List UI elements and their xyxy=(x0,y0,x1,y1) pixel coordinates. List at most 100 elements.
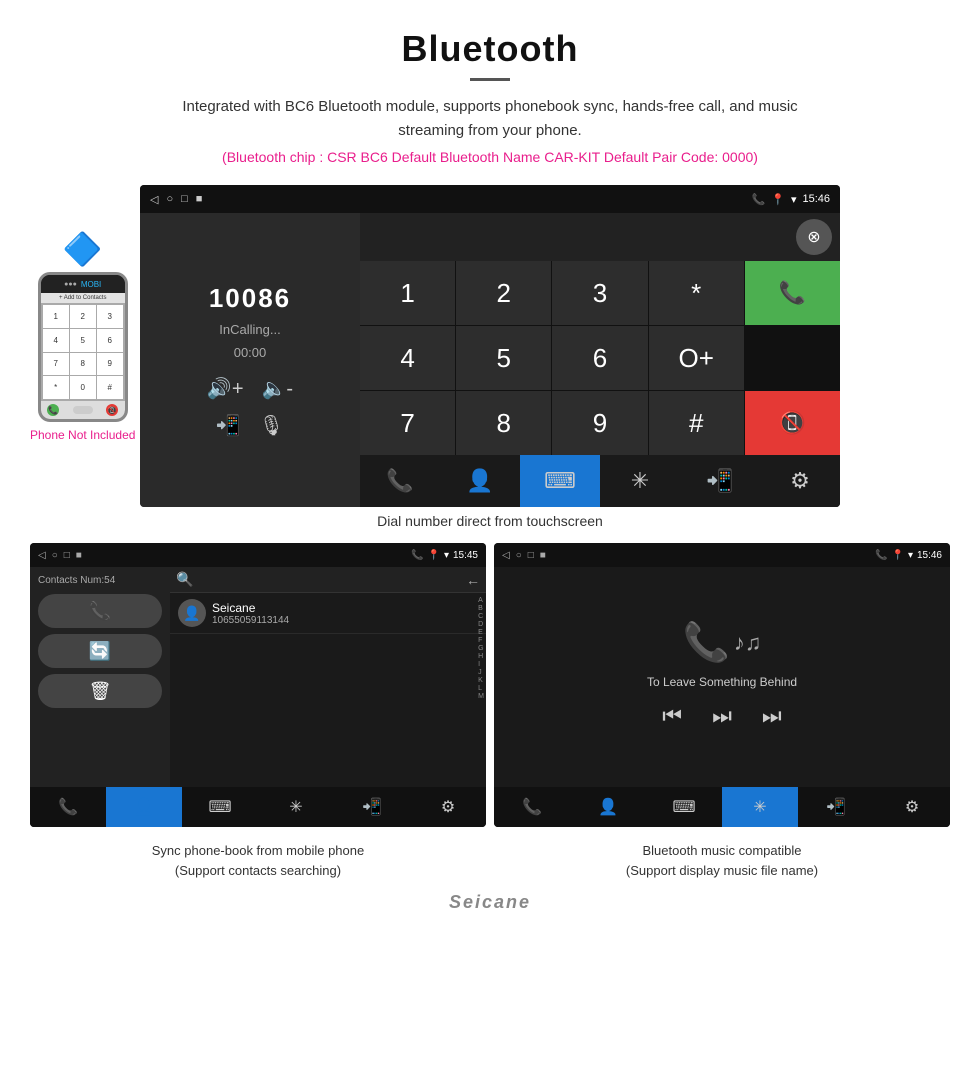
status-bar-right: 📞 📍 ▾ 15:46 xyxy=(752,193,830,206)
music-time: 15:46 xyxy=(917,550,942,561)
pb-left: Contacts Num:54 📞 🔄 🗑 xyxy=(30,567,170,787)
nav-settings-button[interactable]: ⚙ xyxy=(760,455,840,507)
key-5[interactable]: 5 xyxy=(456,326,551,390)
backspace-icon[interactable]: ← xyxy=(466,572,480,588)
pb-nav-transfer[interactable]: 📲 xyxy=(334,787,410,827)
contact-avatar: 👤 xyxy=(178,599,206,627)
key-6[interactable]: 6 xyxy=(552,326,647,390)
contact-item[interactable]: 👤 Seicane 10655059113144 xyxy=(170,593,486,634)
phonebook-panel: ◁ ○ □ ■ 📞 📍 ▾ 15:45 Contacts Num:54 📞 🔄 xyxy=(30,543,486,827)
end-call-button[interactable]: 📵 xyxy=(745,391,840,455)
key-4[interactable]: 4 xyxy=(360,326,455,390)
phone-bottom-bar: 📞 📵 xyxy=(41,401,125,419)
dial-input[interactable] xyxy=(368,233,788,241)
nav-transfer-button[interactable]: 📲 xyxy=(680,455,760,507)
dial-input-row: ⊗ xyxy=(360,213,840,261)
music-nav-settings[interactable]: ⚙ xyxy=(874,787,950,827)
music-phone-icon: 📞 xyxy=(683,621,730,665)
title-underline xyxy=(470,78,510,81)
dial-area: 10086 InCalling... 00:00 🔊+ 🔈- 📲 🎙 xyxy=(140,213,840,507)
key-0plus[interactable]: O+ xyxy=(649,326,744,390)
key-1: 1 xyxy=(43,305,69,328)
pb-nav-calls[interactable]: 📞 xyxy=(30,787,106,827)
key-6: 6 xyxy=(97,329,123,352)
nav-dialpad-button[interactable]: ⌨ xyxy=(520,455,600,507)
phone-call-btn: 📞 xyxy=(47,404,59,416)
music-call-icon: 📞 xyxy=(875,550,887,561)
bluetooth-info: (Bluetooth chip : CSR BC6 Default Blueto… xyxy=(40,149,940,165)
pb-loc-icon: 📍 xyxy=(427,550,439,561)
pb-nav-settings[interactable]: ⚙ xyxy=(410,787,486,827)
key-1[interactable]: 1 xyxy=(360,261,455,325)
phone-home-btn xyxy=(73,406,93,414)
page-header: Bluetooth Integrated with BC6 Bluetooth … xyxy=(0,0,980,175)
prev-track-button[interactable]: ⏮ xyxy=(662,703,682,729)
key-hash[interactable]: # xyxy=(649,391,744,455)
volume-down-icon[interactable]: 🔈- xyxy=(262,376,294,401)
pb-back-icon: ◁ xyxy=(38,550,46,561)
bluetooth-wave-icon: 🔷 xyxy=(63,230,103,268)
main-screen-wrap: ◁ ○ □ ■ 📞 📍 ▾ 15:46 10086 InCalling... xyxy=(0,185,980,507)
key-star[interactable]: * xyxy=(649,261,744,325)
music-controls: ⏮ ⏭ ⏭ xyxy=(662,703,781,729)
key-7[interactable]: 7 xyxy=(360,391,455,455)
keypad-grid: 1 2 3 * 📞 4 5 6 O+ 7 8 9 # 📵 xyxy=(360,261,840,455)
nav-bluetooth-button[interactable]: ✳ xyxy=(600,455,680,507)
page-title: Bluetooth xyxy=(40,28,940,70)
dial-timer: 00:00 xyxy=(234,345,267,360)
pb-sync-btn[interactable]: 🔄 xyxy=(38,634,162,668)
music-nav-dialpad[interactable]: ⌨ xyxy=(646,787,722,827)
music-status-right: 📞 📍 ▾ 15:46 xyxy=(875,550,942,561)
dial-left: 10086 InCalling... 00:00 🔊+ 🔈- 📲 🎙 xyxy=(140,213,360,507)
nav-contacts-button[interactable]: 👤 xyxy=(440,455,520,507)
dial-volume-row: 🔊+ 🔈- xyxy=(207,376,293,401)
recent-icon: □ xyxy=(181,193,188,205)
wifi-icon: ▾ xyxy=(791,193,797,206)
volume-up-icon[interactable]: 🔊+ xyxy=(207,376,244,401)
mic-icon[interactable]: 🎙 xyxy=(259,413,284,438)
status-time: 15:46 xyxy=(802,193,830,205)
pb-call-btn[interactable]: 📞 xyxy=(38,594,162,628)
pb-nav-bluetooth[interactable]: ✳ xyxy=(258,787,334,827)
phonebook-body: Contacts Num:54 📞 🔄 🗑 🔍 ← 👤 xyxy=(30,567,486,787)
backspace-button[interactable]: ⊗ xyxy=(796,219,832,255)
music-nav-bluetooth[interactable]: ✳ xyxy=(722,787,798,827)
pb-wifi-icon: ▾ xyxy=(444,550,449,561)
music-nav-contacts[interactable]: 👤 xyxy=(570,787,646,827)
pb-nav-dialpad[interactable]: ⌨ xyxy=(182,787,258,827)
music-home-icon: ○ xyxy=(516,550,522,561)
music-panel: ◁ ○ □ ■ 📞 📍 ▾ 15:46 📞 ♪♫ To Leave Someth xyxy=(494,543,950,827)
phone-keypad-mini: 1 2 3 4 5 6 7 8 9 * 0 # xyxy=(41,303,125,401)
key-2[interactable]: 2 xyxy=(456,261,551,325)
next-track-button[interactable]: ⏭ xyxy=(762,703,782,729)
key-9: 9 xyxy=(97,353,123,376)
pb-home-icon: ○ xyxy=(52,550,58,561)
key-8[interactable]: 8 xyxy=(456,391,551,455)
play-pause-button[interactable]: ⏭ xyxy=(712,703,732,729)
dial-bottom-nav: 📞 👤 ⌨ ✳ 📲 ⚙ xyxy=(360,455,840,507)
key-9[interactable]: 9 xyxy=(552,391,647,455)
pb-time: 15:45 xyxy=(453,550,478,561)
pb-recent-icon: □ xyxy=(64,550,70,561)
pb-nav-contacts[interactable]: 👤 xyxy=(106,787,182,827)
pb-delete-btn[interactable]: 🗑 xyxy=(38,674,162,708)
music-icon-area: 📞 ♪♫ xyxy=(683,621,762,665)
search-input[interactable] xyxy=(199,572,460,587)
music-nav-calls[interactable]: 📞 xyxy=(494,787,570,827)
phone-graphic: ●●● MOBI + Add to Contacts 1 2 3 4 5 6 7… xyxy=(30,272,135,442)
bottom-captions: Sync phone-book from mobile phone(Suppor… xyxy=(0,837,980,888)
phone-mockup-section: 🔷 ●●● MOBI + Add to Contacts 1 2 3 4 5 6 xyxy=(30,230,135,442)
key-4: 4 xyxy=(43,329,69,352)
key-3[interactable]: 3 xyxy=(552,261,647,325)
pb-right-wrapper: 🔍 ← 👤 Seicane 10655059113144 xyxy=(170,567,486,787)
pb-right: 🔍 ← 👤 Seicane 10655059113144 xyxy=(170,567,486,634)
call-button[interactable]: 📞 xyxy=(745,261,840,325)
contact-info: Seicane 10655059113144 xyxy=(212,601,289,626)
dial-caption: Dial number direct from touchscreen xyxy=(0,513,980,529)
music-notify-icon: ■ xyxy=(540,550,546,561)
music-nav-transfer[interactable]: 📲 xyxy=(798,787,874,827)
phonebook-status-right: 📞 📍 ▾ 15:45 xyxy=(411,550,478,561)
transfer-icon[interactable]: 📲 xyxy=(216,413,241,438)
nav-calls-button[interactable]: 📞 xyxy=(360,455,440,507)
phone-top-bar: ●●● MOBI xyxy=(41,275,125,293)
